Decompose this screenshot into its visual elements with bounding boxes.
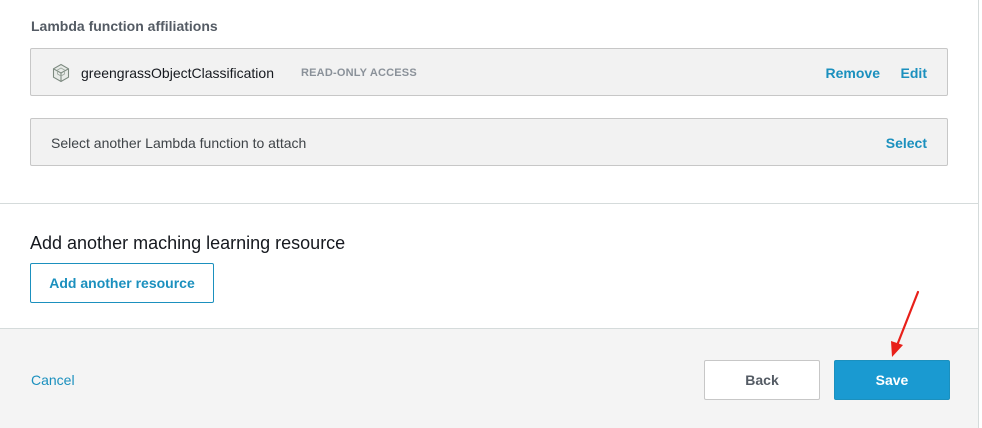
lambda-section-label: Lambda function affiliations: [31, 18, 218, 34]
cancel-link[interactable]: Cancel: [31, 372, 75, 388]
back-button[interactable]: Back: [704, 360, 820, 400]
save-button[interactable]: Save: [834, 360, 950, 400]
section-divider: [0, 203, 978, 204]
select-link[interactable]: Select: [886, 135, 927, 151]
form-footer: Cancel Back Save: [0, 328, 978, 428]
lambda-function-name: greengrassObjectClassification: [81, 65, 274, 81]
select-lambda-prompt: Select another Lambda function to attach: [51, 135, 307, 151]
resource-panel: Lambda function affiliations greengrassO…: [0, 0, 979, 428]
edit-link[interactable]: Edit: [901, 65, 927, 81]
lambda-cube-icon: [52, 63, 70, 83]
resource-section-heading: Add another maching learning resource: [30, 233, 346, 253]
remove-link[interactable]: Remove: [826, 65, 880, 81]
select-lambda-row[interactable]: Select another Lambda function to attach…: [30, 118, 948, 166]
lambda-function-row: greengrassObjectClassification READ-ONLY…: [30, 48, 948, 96]
add-another-resource-button[interactable]: Add another resource: [30, 263, 214, 303]
access-badge: READ-ONLY ACCESS: [301, 67, 417, 79]
